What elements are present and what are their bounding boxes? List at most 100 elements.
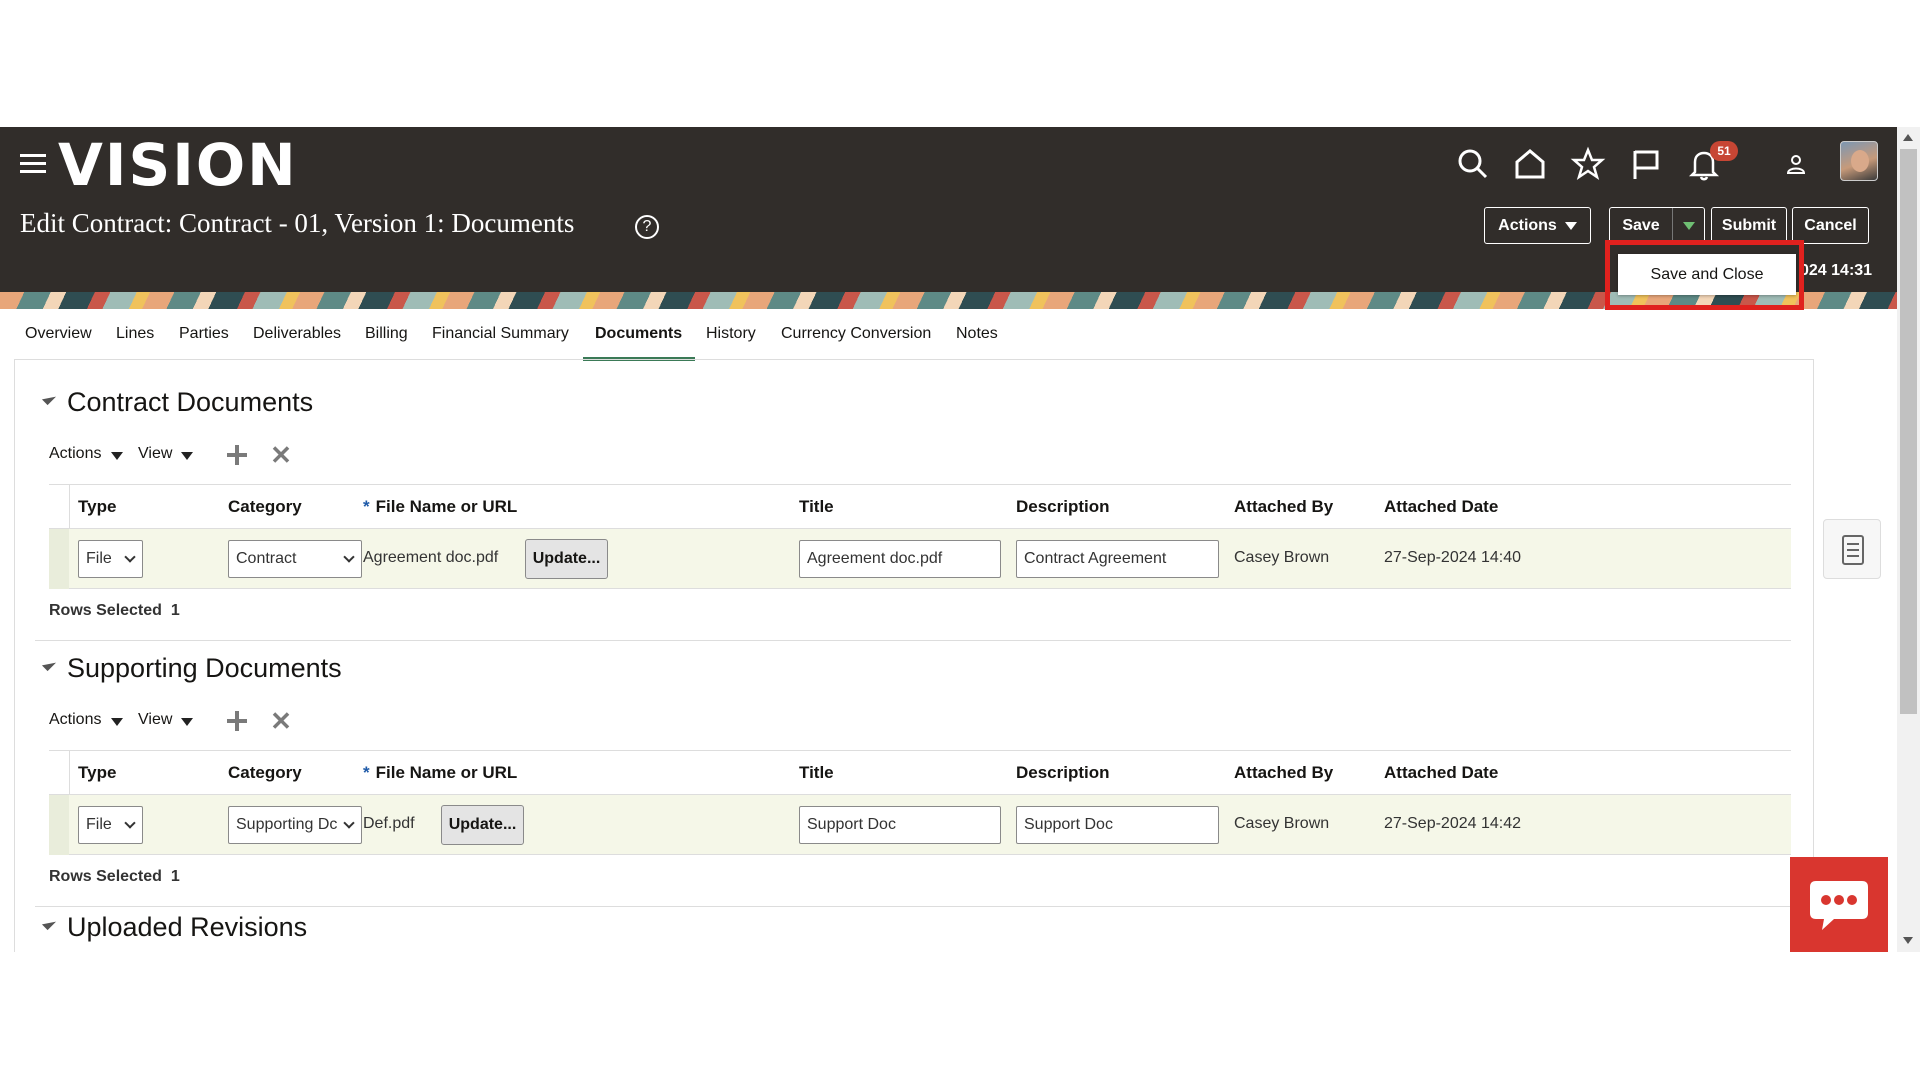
chevron-down-icon [124,551,136,563]
description-input[interactable]: Support Doc [1016,806,1219,844]
tab-overview[interactable]: Overview [25,325,92,343]
documents-panel: Contract Documents Actions View ✕ Type C… [14,359,1814,952]
actions-button[interactable]: Actions [1484,207,1591,244]
help-icon[interactable]: ? [635,215,659,239]
save-button[interactable]: Save [1610,208,1672,243]
tab-currency-conversion[interactable]: Currency Conversion [781,325,931,343]
attached-by-value: Casey Brown [1234,815,1330,832]
col-file: * File Name or URL [363,497,517,517]
table-row[interactable]: File Supporting Dc Def.pdf Update... Sup… [49,795,1791,855]
col-attached-by: Attached By [1234,763,1334,782]
row-selector[interactable] [49,795,69,855]
chevron-down-icon [343,817,355,829]
chat-button[interactable] [1790,857,1888,952]
delete-icon[interactable]: ✕ [270,708,292,734]
col-title: Title [799,763,834,782]
col-description: Description [1016,497,1110,516]
col-category: Category [228,497,302,516]
tab-deliverables[interactable]: Deliverables [253,325,341,343]
add-icon[interactable] [227,445,247,465]
required-mark: * [363,763,370,782]
attached-by-value: Casey Brown [1234,549,1330,566]
document-panel-icon[interactable] [1823,519,1881,579]
description-input[interactable]: Contract Agreement [1016,540,1219,578]
save-split-button[interactable]: Save [1609,207,1705,244]
supporting-actions-menu[interactable]: Actions [49,711,101,729]
chevron-down-icon [1683,222,1695,230]
attached-date-value: 27-Sep-2024 14:40 [1384,549,1521,566]
column-divider [69,751,70,796]
file-name-link[interactable]: Def.pdf [363,815,415,833]
supporting-table-header: Type Category * File Name or URL Title De… [49,750,1791,796]
contract-documents-title: Contract Documents [67,387,314,417]
type-select[interactable]: File [78,540,143,578]
menu-icon[interactable] [20,154,46,174]
category-select[interactable]: Supporting Dc [228,806,362,844]
col-file: * File Name or URL [363,763,517,783]
file-name-link[interactable]: Agreement doc.pdf [363,549,498,567]
collapse-triangle-icon[interactable] [41,915,57,931]
row-selector[interactable] [49,529,69,589]
contract-view-menu[interactable]: View [138,445,172,463]
home-icon[interactable] [1512,146,1548,182]
table-row[interactable]: File Contract Agreement doc.pdf Update..… [49,529,1791,589]
collapse-triangle-icon[interactable] [41,390,57,406]
scroll-thumb[interactable] [1900,149,1917,714]
required-mark: * [363,497,370,516]
tab-billing[interactable]: Billing [365,325,408,343]
add-icon[interactable] [227,711,247,731]
col-attached-date: Attached Date [1384,497,1499,516]
save-and-close-menu-item[interactable]: Save and Close [1618,254,1796,295]
page-title: Edit Contract: Contract - 01, Version 1:… [20,208,575,238]
divider [35,906,1791,907]
vertical-scrollbar[interactable] [1897,127,1920,952]
chevron-down-icon [181,452,193,460]
star-icon[interactable] [1570,146,1606,182]
supporting-documents-title: Supporting Documents [67,653,342,683]
chevron-down-icon [343,551,355,563]
col-description: Description [1016,763,1110,782]
save-menu-toggle[interactable] [1672,208,1704,243]
title-input[interactable]: Agreement doc.pdf [799,540,1001,578]
type-select[interactable]: File [78,806,143,844]
user-icon[interactable] [1783,151,1809,177]
chevron-down-icon [124,817,136,829]
tab-history[interactable]: History [706,325,756,343]
col-title: Title [799,497,834,516]
contract-actions-menu[interactable]: Actions [49,445,101,463]
update-button[interactable]: Update... [525,539,608,579]
contract-table-header: Type Category * File Name or URL Title De… [49,484,1791,530]
tab-documents[interactable]: Documents [595,325,682,343]
col-type: Type [78,497,117,516]
cancel-button[interactable]: Cancel [1792,207,1869,244]
chevron-down-icon [111,718,123,726]
submit-button[interactable]: Submit [1711,207,1787,244]
avatar[interactable] [1840,141,1878,181]
uploaded-revisions-title: Uploaded Revisions [67,912,308,942]
tab-financial-summary[interactable]: Financial Summary [432,325,569,343]
vision-logo: VISION [58,131,298,199]
title-input[interactable]: Support Doc [799,806,1001,844]
scroll-down-icon[interactable] [1903,937,1913,944]
scroll-up-icon[interactable] [1903,134,1913,141]
rows-selected: Rows Selected 1 [49,602,180,619]
col-type: Type [78,763,117,782]
category-select[interactable]: Contract [228,540,362,578]
tab-lines[interactable]: Lines [116,325,154,343]
search-icon[interactable] [1455,146,1491,182]
flag-icon[interactable] [1628,146,1664,182]
notification-badge: 51 [1710,141,1738,161]
column-divider [69,485,70,530]
last-saved-timestamp: 024 14:31 [1800,262,1873,279]
chevron-down-icon [181,718,193,726]
collapse-triangle-icon[interactable] [41,656,57,672]
tab-parties[interactable]: Parties [179,325,229,343]
col-attached-by: Attached By [1234,497,1334,516]
tab-notes[interactable]: Notes [956,325,998,343]
chevron-down-icon [1564,221,1577,230]
delete-icon[interactable]: ✕ [270,442,292,468]
update-button[interactable]: Update... [441,805,524,845]
attached-date-value: 27-Sep-2024 14:42 [1384,815,1521,832]
divider [35,640,1791,641]
supporting-view-menu[interactable]: View [138,711,172,729]
